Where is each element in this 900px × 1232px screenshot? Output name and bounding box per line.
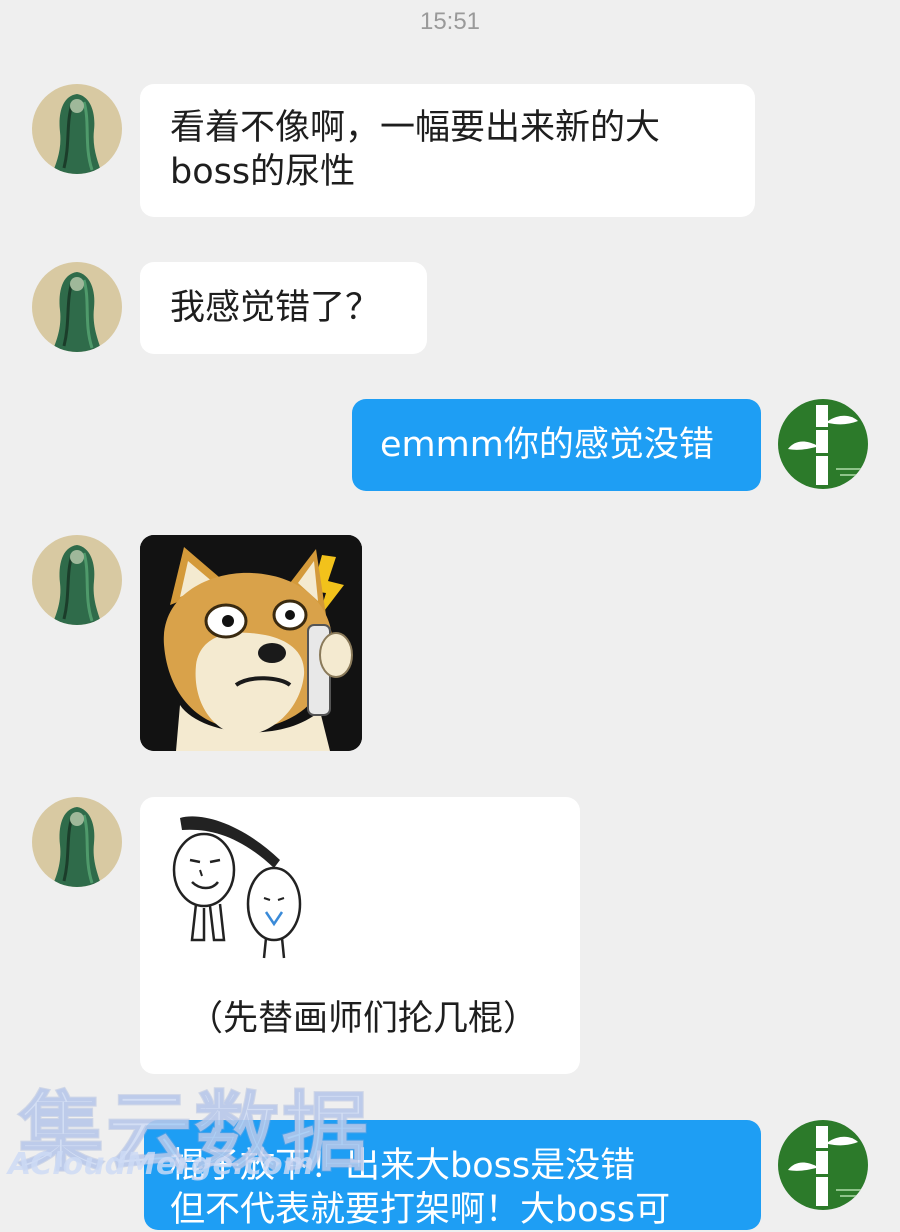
meme-caption: （先替画师们抡几棍）: [188, 999, 539, 1039]
message-bubble-incoming[interactable]: 看着不像啊，一幅要出来新的大 boss的尿性: [140, 84, 755, 217]
message-bubble-incoming[interactable]: 我感觉错了？: [140, 262, 427, 354]
message-text-line: boss的尿性: [170, 152, 356, 192]
watermark-subtext: ACloudMerge.com: [8, 1147, 314, 1182]
shiba-dog-phone-sticker: [140, 535, 362, 751]
sticker-message[interactable]: [140, 535, 362, 751]
status-time: 15:51: [419, 8, 481, 35]
stick-figure-with-club-meme: [172, 816, 302, 959]
my-avatar[interactable]: [778, 399, 868, 489]
green-figure-avatar-icon: [32, 84, 122, 174]
green-figure-avatar-icon: [32, 797, 122, 887]
contact-avatar[interactable]: [32, 797, 122, 887]
contact-avatar[interactable]: [32, 262, 122, 352]
contact-avatar[interactable]: [32, 84, 122, 174]
message-text-line: 我感觉错了？: [170, 288, 381, 328]
green-figure-avatar-icon: [32, 262, 122, 352]
bamboo-avatar-icon: [778, 399, 868, 489]
message-text-line: emmm你的感觉没错: [380, 425, 714, 465]
message-text-line: 看着不像啊，一幅要出来新的大: [170, 108, 661, 148]
contact-avatar[interactable]: [32, 535, 122, 625]
message-bubble-outgoing[interactable]: emmm你的感觉没错: [352, 399, 761, 491]
message-text-line: 但不代表就要打架啊！大boss可: [170, 1190, 671, 1230]
my-avatar[interactable]: [778, 1120, 868, 1210]
meme-message[interactable]: （先替画师们抡几棍）: [140, 797, 580, 1074]
green-figure-avatar-icon: [32, 535, 122, 625]
bamboo-avatar-icon: [778, 1120, 868, 1210]
